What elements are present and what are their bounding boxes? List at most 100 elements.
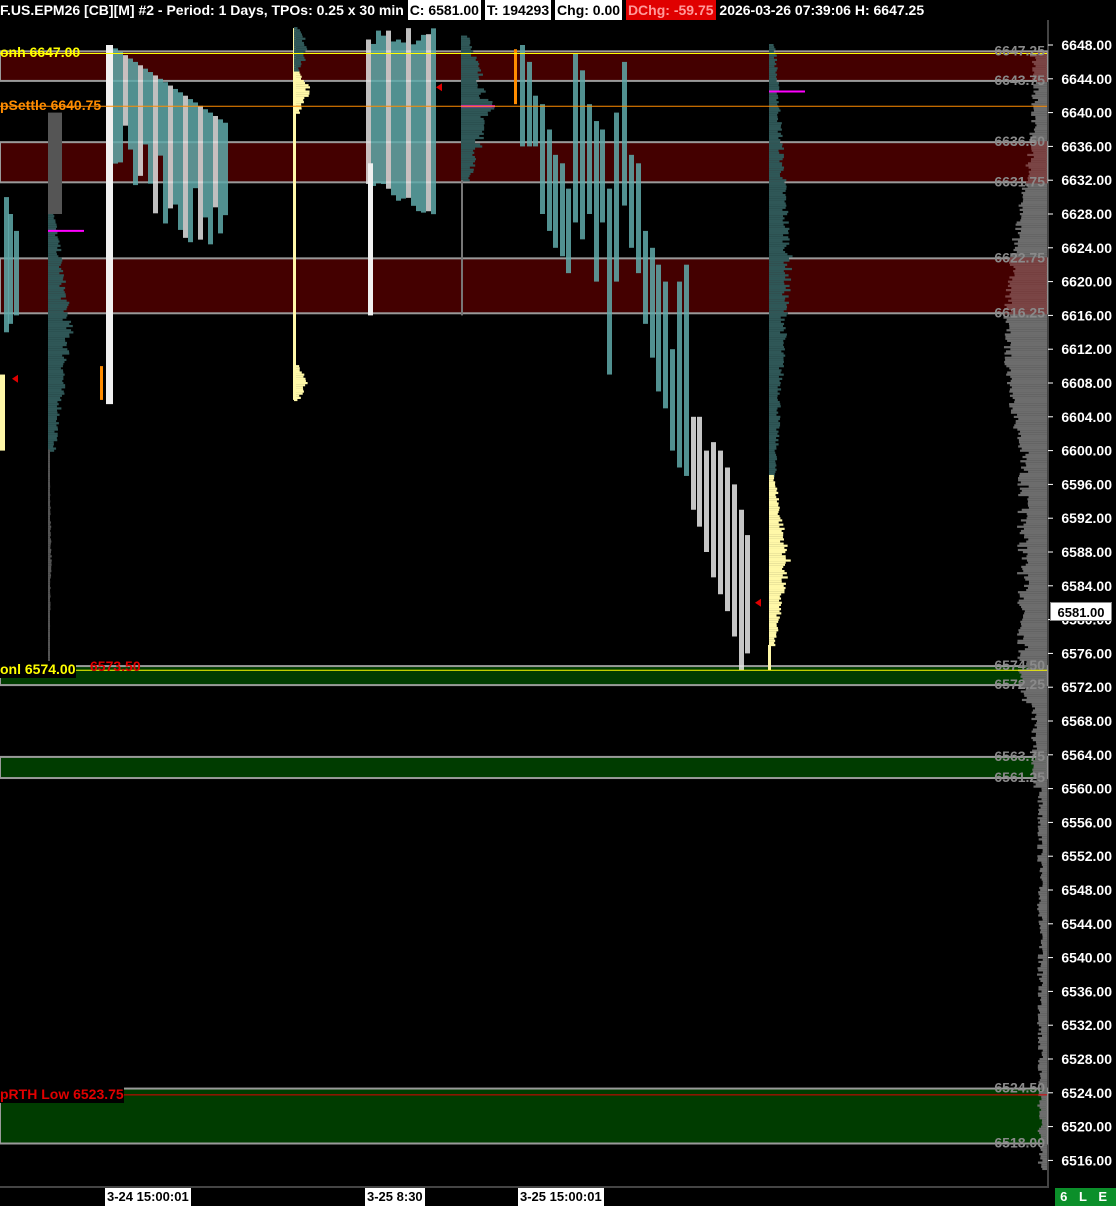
session-profiles-layer xyxy=(0,27,805,671)
profile-histogram-bar xyxy=(769,240,783,243)
profile-histogram-bar xyxy=(769,405,781,408)
profile-histogram-bar xyxy=(769,555,786,558)
composite-profile-bar xyxy=(1038,1009,1047,1012)
composite-profile-bar xyxy=(1006,373,1047,376)
composite-profile-bar xyxy=(1042,1159,1047,1162)
composite-profile-bar xyxy=(1027,502,1047,505)
profile-histogram-bar xyxy=(769,637,775,640)
composite-profile-bar xyxy=(1038,891,1047,894)
composite-profile-bar xyxy=(1009,390,1047,393)
composite-profile-bar xyxy=(1042,1167,1047,1171)
profile-histogram-bar xyxy=(461,65,479,68)
composite-profile-bar xyxy=(1028,451,1047,454)
profile-histogram-bar xyxy=(461,177,469,180)
profile-histogram-bar xyxy=(48,293,66,296)
profile-histogram-bar xyxy=(48,474,50,478)
profile-histogram-bar xyxy=(769,329,784,332)
profile-histogram-bar xyxy=(769,130,778,133)
composite-profile-bar xyxy=(1006,329,1047,332)
axis-tick-label: 6620.00 xyxy=(1061,274,1112,290)
composite-profile-bar xyxy=(1037,967,1047,970)
composite-profile-bar xyxy=(1025,164,1047,167)
composite-profile-bar xyxy=(1023,635,1047,638)
composite-profile-bar xyxy=(1022,196,1047,199)
profile-histogram-bar xyxy=(769,189,786,192)
composite-profile-bar xyxy=(1023,523,1047,526)
composite-profile-bar xyxy=(1041,1165,1047,1168)
profile-histogram-bar xyxy=(461,122,485,125)
composite-profile-bar xyxy=(1005,335,1047,338)
composite-profile-bar xyxy=(1025,578,1047,581)
axis-tick-label: 6608.00 xyxy=(1061,375,1112,391)
profile-histogram-bar xyxy=(48,479,50,482)
composite-profile-bar xyxy=(1037,908,1047,911)
profile-histogram-bar xyxy=(294,48,308,51)
zone-edge-label: 6631.75 xyxy=(994,173,1045,189)
profile-histogram-bar xyxy=(461,73,483,76)
profile-histogram-bar xyxy=(48,420,57,423)
profile-histogram-bar xyxy=(461,149,474,152)
composite-profile-bar xyxy=(1032,60,1047,64)
profile-histogram-bar xyxy=(461,164,476,167)
profile-histogram-bar xyxy=(48,343,67,347)
composite-profile-bar xyxy=(1007,284,1047,288)
profile-histogram-bar xyxy=(769,234,784,237)
profile-histogram-bar xyxy=(461,103,493,106)
composite-profile-bar xyxy=(1017,428,1047,431)
profile-histogram-bar xyxy=(769,417,780,421)
profile-histogram-bar xyxy=(48,295,66,298)
profile-histogram-bar xyxy=(48,512,51,516)
profile-histogram-bar xyxy=(769,88,780,91)
composite-profile-bar xyxy=(1037,844,1047,847)
profile-histogram-bar xyxy=(48,354,63,357)
profile-histogram-bar xyxy=(769,310,784,313)
level-label-extra: 6573.50 xyxy=(90,658,141,675)
profile-histogram-bar xyxy=(769,466,776,469)
composite-profile-bar xyxy=(1020,229,1047,233)
profile-histogram-bar xyxy=(48,641,50,645)
profile-histogram-bar xyxy=(769,337,786,340)
composite-profile-bar xyxy=(1038,960,1047,964)
composite-profile-bar xyxy=(1018,441,1047,444)
profile-histogram-bar xyxy=(48,333,70,336)
profile-histogram-bar xyxy=(769,629,779,632)
composite-profile-bar xyxy=(1037,98,1047,102)
profile-histogram-bar xyxy=(48,286,66,290)
composite-profile-bar xyxy=(1037,1007,1047,1010)
composite-profile-bar xyxy=(1028,582,1047,585)
profile-histogram-bar xyxy=(769,451,776,454)
profile-histogram-bar xyxy=(769,515,780,518)
level-label-psettle: pSettle 6640.75 xyxy=(0,97,102,114)
profile-histogram-bar xyxy=(48,428,58,431)
profile-histogram-bar xyxy=(48,502,50,505)
composite-profile-bar xyxy=(1005,295,1047,298)
profile-histogram-bar xyxy=(769,525,780,528)
profile-histogram-bar xyxy=(48,430,55,433)
profile-histogram-bar xyxy=(48,411,58,414)
profile-histogram-bar xyxy=(294,29,300,32)
composite-profile-bar xyxy=(1023,616,1047,619)
profile-histogram-bar xyxy=(48,443,54,446)
composite-profile-bar xyxy=(1028,496,1047,499)
profile-histogram-bar xyxy=(294,382,308,385)
composite-profile-bar xyxy=(1019,236,1047,239)
profile-histogram-bar xyxy=(48,527,51,530)
composite-profile-bar xyxy=(1038,1047,1047,1050)
profile-histogram-bar xyxy=(769,430,779,433)
composite-profile-bar xyxy=(1020,620,1047,623)
composite-profile-bar xyxy=(1026,517,1047,520)
axis-tick-label: 6640.00 xyxy=(1061,105,1112,121)
profile-histogram-bar xyxy=(48,242,59,245)
tpo-column xyxy=(100,366,103,400)
composite-profile-bar xyxy=(1037,1022,1047,1025)
profile-histogram-bar xyxy=(769,232,789,235)
tpo-chart[interactable]: 6647.25 6643.75 6636.50 6631.75 6622.75 6616.… xyxy=(0,0,1116,1206)
profile-histogram-bar xyxy=(769,82,780,85)
profile-histogram-bar xyxy=(769,244,787,247)
tpo-column xyxy=(670,349,675,451)
composite-profile-bar xyxy=(1042,880,1047,883)
tpo-column xyxy=(573,53,578,223)
composite-profile-bar xyxy=(1020,519,1047,522)
tpo-column xyxy=(643,230,648,324)
level-label-onh: onh 6647.00 xyxy=(0,44,81,61)
